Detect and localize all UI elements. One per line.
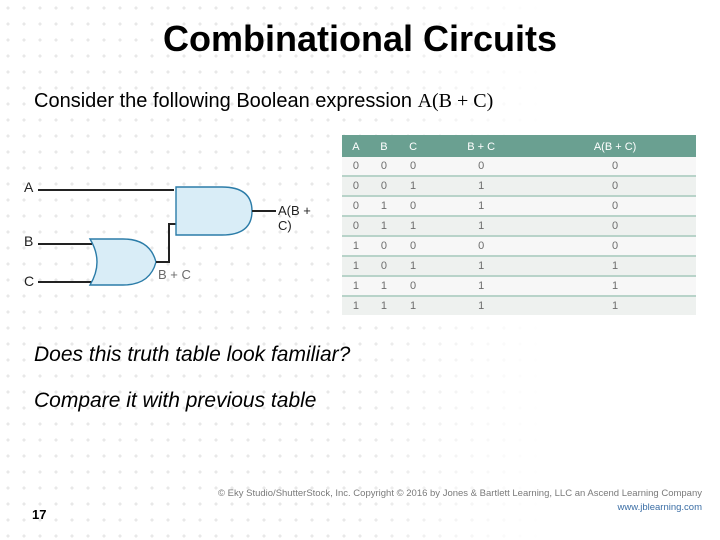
table-cell: 1	[534, 256, 696, 276]
page-number: 17	[32, 507, 46, 522]
and-gate-icon	[174, 185, 254, 237]
th: C	[398, 136, 428, 157]
table-row: 11011	[342, 276, 696, 296]
table-cell: 0	[398, 196, 428, 216]
input-a-label: A	[24, 179, 33, 195]
th: A	[342, 136, 370, 157]
th: B	[370, 136, 398, 157]
table-cell: 0	[398, 276, 428, 296]
truth-table-head: A B C B + C A(B + C)	[342, 136, 696, 157]
slide-content: Combinational Circuits Consider the foll…	[0, 0, 720, 540]
wire-b	[38, 243, 92, 245]
table-cell: 1	[428, 216, 534, 236]
table-cell: 1	[428, 276, 534, 296]
truth-table-body: 0000000110010100111010000101111101111111	[342, 157, 696, 315]
table-cell: 0	[342, 176, 370, 196]
table-cell: 1	[370, 216, 398, 236]
copyright-block: © Eky Studio/ShutterStock, Inc. Copyrigh…	[218, 487, 702, 514]
table-cell: 1	[342, 256, 370, 276]
table-cell: 0	[370, 176, 398, 196]
circuit-diagram: A B C B + C A(B + C)	[24, 161, 324, 311]
table-cell: 1	[428, 176, 534, 196]
table-cell: 0	[370, 236, 398, 256]
or-output-label: B + C	[158, 267, 191, 282]
table-row: 01110	[342, 216, 696, 236]
table-cell: 0	[534, 216, 696, 236]
copyright-link[interactable]: www.jblearning.com	[618, 502, 702, 513]
table-cell: 0	[370, 256, 398, 276]
table-row: 01010	[342, 196, 696, 216]
question-1: Does this truth table look familiar?	[34, 343, 720, 367]
question-2: Compare it with previous table	[34, 389, 720, 413]
and-output-label: A(B + C)	[278, 203, 324, 233]
intro-prefix: Consider the following Boolean expressio…	[34, 90, 418, 112]
table-cell: 1	[428, 296, 534, 315]
table-row: 11111	[342, 296, 696, 315]
table-cell: 1	[398, 296, 428, 315]
table-cell: 0	[398, 236, 428, 256]
th: A(B + C)	[534, 136, 696, 157]
table-cell: 0	[342, 157, 370, 176]
wire-or-up	[168, 223, 170, 263]
table-row: 00110	[342, 176, 696, 196]
figure-row: A B C B + C A(B + C)	[24, 135, 696, 315]
th: B + C	[428, 136, 534, 157]
table-cell: 0	[398, 157, 428, 176]
table-cell: 0	[342, 196, 370, 216]
input-c-label: C	[24, 273, 34, 289]
table-cell: 0	[428, 236, 534, 256]
truth-table: A B C B + C A(B + C) 0000000110010100111…	[342, 135, 696, 315]
wire-a	[38, 189, 174, 191]
intro-expression: A(B + C)	[418, 90, 494, 112]
input-b-label: B	[24, 233, 33, 249]
table-cell: 0	[534, 157, 696, 176]
copyright-text: © Eky Studio/ShutterStock, Inc. Copyrigh…	[218, 488, 702, 499]
table-cell: 0	[342, 216, 370, 236]
table-cell: 1	[370, 296, 398, 315]
intro-text: Consider the following Boolean expressio…	[34, 90, 720, 113]
table-cell: 0	[534, 196, 696, 216]
table-cell: 0	[370, 157, 398, 176]
table-cell: 1	[398, 216, 428, 236]
slide-title: Combinational Circuits	[0, 18, 720, 60]
table-cell: 1	[428, 196, 534, 216]
table-row: 00000	[342, 157, 696, 176]
table-cell: 0	[534, 236, 696, 256]
table-cell: 1	[342, 276, 370, 296]
table-row: 10111	[342, 256, 696, 276]
wire-and-out	[252, 210, 276, 212]
table-cell: 1	[398, 176, 428, 196]
table-cell: 1	[342, 236, 370, 256]
table-cell: 1	[428, 256, 534, 276]
wire-c	[38, 281, 92, 283]
table-cell: 0	[428, 157, 534, 176]
table-cell: 1	[398, 256, 428, 276]
table-cell: 1	[370, 276, 398, 296]
table-row: 10000	[342, 236, 696, 256]
table-cell: 1	[534, 296, 696, 315]
table-cell: 1	[370, 196, 398, 216]
table-cell: 0	[534, 176, 696, 196]
table-cell: 1	[342, 296, 370, 315]
or-gate-icon	[88, 237, 158, 287]
table-cell: 1	[534, 276, 696, 296]
